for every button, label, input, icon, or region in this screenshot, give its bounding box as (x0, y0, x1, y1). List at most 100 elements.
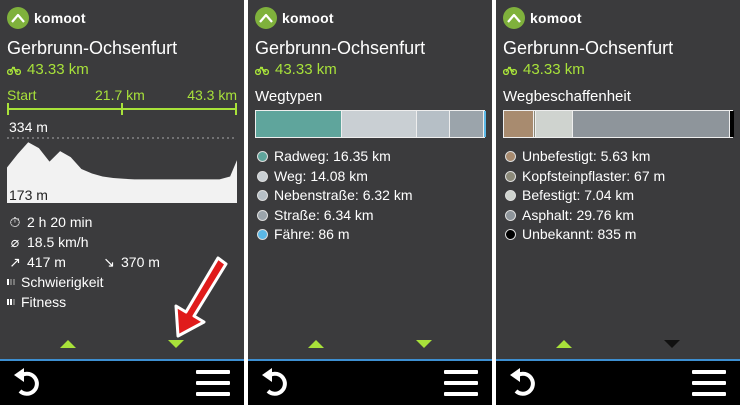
scale-tick (7, 103, 9, 115)
distance-value: 43.33 km (523, 61, 585, 78)
scroll-down-arrow[interactable] (168, 340, 184, 348)
legend-color-dot (505, 190, 516, 202)
bar-segment (573, 111, 730, 137)
legend-label: Befestigt: 7.04 km (522, 187, 635, 203)
legend-item: Unbefestigt: 5.63 km (505, 147, 665, 167)
scroll-down-arrow[interactable] (416, 340, 432, 348)
scroll-up-arrow[interactable] (308, 340, 324, 348)
scale-tick (121, 103, 123, 115)
komoot-logo-icon (255, 7, 277, 29)
difficulty-level-icon (7, 279, 15, 285)
bar-segment (536, 111, 574, 137)
komoot-logo-icon (503, 7, 525, 29)
komoot-logo: komoot (7, 7, 86, 29)
screen-way-types: komoot Gerbrunn-Ochsenfurt 43.33 km Wegt… (248, 0, 492, 405)
distance-value: 43.33 km (27, 61, 89, 78)
back-arrow-icon[interactable] (508, 367, 544, 399)
surfaces-legend: Unbefestigt: 5.63 km Kopfsteinpflaster: 6… (505, 147, 665, 245)
bicycle-icon (503, 65, 517, 75)
scale-tick (235, 103, 237, 115)
route-title: Gerbrunn-Ochsenfurt (503, 38, 674, 58)
menu-icon[interactable] (444, 370, 478, 396)
legend-item: Asphalt: 29.76 km (505, 206, 665, 226)
legend-color-dot (257, 229, 268, 241)
menu-icon[interactable] (196, 370, 230, 396)
legend-item: Kopfsteinpflaster: 67 m (505, 167, 665, 187)
distance-value: 43.33 km (275, 61, 337, 78)
ascent-arrow-icon: ↗ (9, 254, 21, 270)
duration-value: 2 h 20 min (27, 214, 93, 230)
bottom-toolbar (248, 361, 492, 405)
descent-arrow-icon: ↘ (103, 254, 115, 270)
legend-item: Radweg: 16.35 km (257, 147, 413, 167)
scale-mid-label: 21.7 km (95, 87, 145, 103)
bicycle-icon (255, 65, 269, 75)
scroll-up-arrow[interactable] (60, 340, 76, 348)
way-types-legend: Radweg: 16.35 km Weg: 14.08 km Nebenstraße… (257, 147, 413, 245)
route-title: Gerbrunn-Ochsenfurt (255, 38, 426, 58)
brand-name: komoot (282, 10, 334, 26)
legend-label: Radweg: 16.35 km (274, 148, 391, 164)
fitness-row: Fitness (7, 292, 160, 312)
bar-segment (504, 111, 534, 137)
average-speed-icon: ⌀ (10, 234, 20, 250)
legend-item: Weg: 14.08 km (257, 167, 413, 187)
route-title: Gerbrunn-Ochsenfurt (7, 38, 178, 58)
legend-label: Straße: 6.34 km (274, 206, 374, 223)
legend-color-dot (257, 190, 268, 202)
route-distance: 43.33 km (255, 61, 337, 78)
scale-start-label: Start (7, 87, 37, 103)
scale-end-label: 43.3 km (187, 87, 237, 103)
legend-color-dot (505, 170, 516, 182)
ascent-value: 417 m (27, 254, 66, 270)
legend-label: Nebenstraße: 6.32 km (274, 187, 413, 203)
scroll-up-arrow[interactable] (556, 340, 572, 348)
difficulty-row: Schwierigkeit (7, 272, 160, 292)
screen-surfaces: komoot Gerbrunn-Ochsenfurt 43.33 km Wegb… (496, 0, 740, 405)
legend-item: Unbekannt: 835 m (505, 225, 665, 245)
brand-name: komoot (530, 10, 582, 26)
bar-segment (729, 111, 735, 137)
way-types-bar (255, 110, 487, 138)
bottom-toolbar (0, 361, 244, 405)
brand-name: komoot (34, 10, 86, 26)
legend-item: Fähre: 86 m (257, 225, 413, 245)
menu-icon[interactable] (692, 370, 726, 396)
elevation-max-label: 334 m (9, 119, 48, 135)
legend-color-dot (505, 229, 516, 241)
bar-segment (256, 111, 343, 137)
bar-segment (342, 111, 417, 137)
legend-color-dot (257, 170, 268, 182)
legend-label: Kopfsteinpflaster: 67 m (522, 167, 666, 184)
back-arrow-icon[interactable] (260, 367, 296, 399)
annotation-arrow-icon (174, 256, 228, 338)
route-distance: 43.33 km (7, 61, 89, 78)
bottom-toolbar (496, 361, 740, 405)
legend-color-dot (505, 151, 516, 163)
screen-route-overview: komoot Gerbrunn-Ochsenfurt 43.33 km Star… (0, 0, 244, 405)
difficulty-label: Schwierigkeit (21, 274, 104, 290)
komoot-logo-icon (7, 7, 29, 29)
elevation-chart: 334 m 173 m (7, 119, 237, 203)
duration-row: ⏱ 2 h 20 min (7, 212, 160, 232)
section-title: Wegtypen (255, 88, 323, 105)
legend-item: Befestigt: 7.04 km (505, 186, 665, 206)
fitness-label: Fitness (21, 294, 67, 310)
legend-label: Unbefestigt: 5.63 km (522, 148, 651, 164)
surfaces-bar (503, 110, 735, 138)
fitness-level-icon (7, 299, 15, 305)
legend-label: Weg: 14.08 km (274, 167, 368, 184)
komoot-logo: komoot (255, 7, 334, 29)
legend-color-dot (505, 209, 516, 221)
legend-label: Fähre: 86 m (274, 226, 350, 242)
bar-segment (483, 111, 487, 137)
legend-label: Asphalt: 29.76 km (522, 206, 635, 223)
back-arrow-icon[interactable] (12, 367, 48, 399)
bar-segment (450, 111, 484, 137)
route-stats: ⏱ 2 h 20 min ⌀ 18.5 km/h ↗ 417 m ↘ 370 m… (7, 212, 160, 312)
legend-item: Straße: 6.34 km (257, 206, 413, 226)
legend-color-dot (257, 209, 268, 221)
legend-item: Nebenstraße: 6.32 km (257, 186, 413, 206)
stopwatch-icon: ⏱ (9, 214, 21, 230)
descent-value: 370 m (121, 254, 160, 270)
